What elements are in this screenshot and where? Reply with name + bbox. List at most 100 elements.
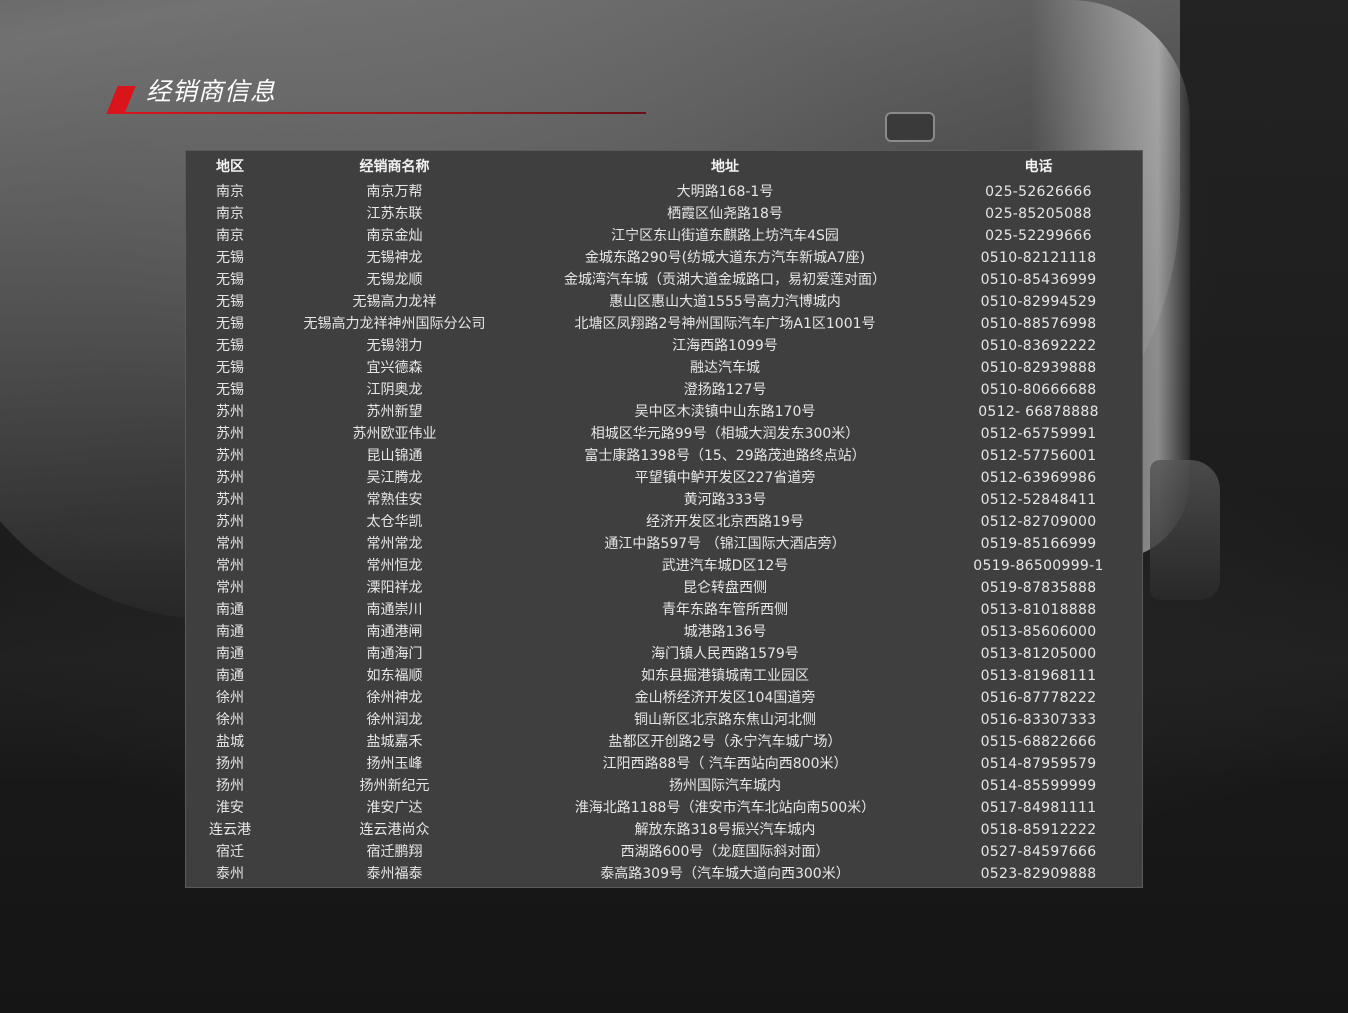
cell-region: 连云港 <box>209 822 251 838</box>
cell-dealer-name: 苏州欧亚伟业 <box>352 426 437 442</box>
cell-address: 北塘区凤翔路2号神州国际汽车广场A1区1001号 <box>574 316 876 332</box>
cell-dealer-name: 南京万帮 <box>366 184 423 200</box>
cell-region: 无锡 <box>216 272 244 288</box>
cell-region: 无锡 <box>216 338 244 354</box>
table-row: 宿迁 宿迁鹏翔 西湖路600号（龙庭国际斜对面） 0527-84597666 <box>186 841 1142 863</box>
column-header-address: 地址 <box>711 159 739 175</box>
cell-dealer-name: 扬州新纪元 <box>359 778 430 794</box>
table-row: 淮安 淮安广达 淮海北路1188号（淮安市汽车北站向南500米） 0517-84981… <box>186 797 1142 819</box>
cell-dealer-name: 常州常龙 <box>366 536 423 552</box>
cell-region: 南京 <box>216 206 244 222</box>
table-row: 无锡 无锡龙顺 金城湾汽车城（贡湖大道金城路口，易初爱莲对面） 0510-854369… <box>186 269 1142 291</box>
cell-dealer-name: 宜兴德森 <box>366 360 423 376</box>
table-row: 南通 南通崇川 青年东路车管所西侧 0513-81018888 <box>186 599 1142 621</box>
cell-dealer-name: 徐州神龙 <box>366 690 423 706</box>
table-row: 无锡 江阴奥龙 澄扬路127号 0510-80666688 <box>186 379 1142 401</box>
header-underline <box>110 112 646 114</box>
cell-region: 宿迁 <box>216 844 244 860</box>
cell-address: 吴中区木渎镇中山东路170号 <box>634 404 816 420</box>
table-row: 南京 南京万帮 大明路168-1号 025-52626666 <box>186 181 1142 203</box>
cell-address: 大明路168-1号 <box>676 184 774 200</box>
table-row: 泰州 泰州福泰 泰高路309号（汽车城大道向西300米） 0523-82909888 <box>186 863 1142 885</box>
cell-region: 南通 <box>216 624 244 640</box>
dealer-table-body: 南京 南京万帮 大明路168-1号 025-52626666 南京 江苏东联 栖霞区仙尧路1… <box>186 181 1142 885</box>
cell-dealer-name: 盐城嘉禾 <box>366 734 423 750</box>
cell-region: 徐州 <box>216 690 244 706</box>
cell-region: 南通 <box>216 668 244 684</box>
table-row: 扬州 扬州新纪元 扬州国际汽车城内 0514-85599999 <box>186 775 1142 797</box>
cell-address: 城港路136号 <box>683 624 767 640</box>
cell-dealer-name: 吴江腾龙 <box>366 470 423 486</box>
cell-phone: 0512-63969986 <box>980 470 1097 486</box>
cell-phone: 0510-85436999 <box>980 272 1097 288</box>
cell-dealer-name: 南京金灿 <box>366 228 423 244</box>
cell-region: 无锡 <box>216 382 244 398</box>
table-row: 盐城 盐城嘉禾 盐都区开创路2号（永宁汽车城广场） 0515-68822666 <box>186 731 1142 753</box>
cell-phone: 0510-82939888 <box>980 360 1097 376</box>
cell-region: 无锡 <box>216 294 244 310</box>
cell-address: 解放东路318号振兴汽车城内 <box>634 822 816 838</box>
cell-dealer-name: 泰州福泰 <box>366 866 423 882</box>
cell-phone: 0516-87778222 <box>980 690 1097 706</box>
cell-phone: 0512-57756001 <box>980 448 1097 464</box>
cell-address: 如东县掘港镇城南工业园区 <box>641 668 809 684</box>
table-row: 无锡 宜兴德森 融达汽车城 0510-82939888 <box>186 357 1142 379</box>
cell-dealer-name: 南通港闸 <box>366 624 423 640</box>
table-row: 无锡 无锡翎力 江海西路1099号 0510-83692222 <box>186 335 1142 357</box>
cell-region: 南京 <box>216 228 244 244</box>
cell-phone: 0510-88576998 <box>980 316 1097 332</box>
cell-phone: 0512-65759991 <box>980 426 1097 442</box>
cell-address: 金山桥经济开发区104国道旁 <box>634 690 816 706</box>
cell-phone: 0513-85606000 <box>980 624 1097 640</box>
cell-dealer-name: 淮安广达 <box>366 800 423 816</box>
header-accent-mark <box>106 86 136 114</box>
cell-phone: 0510-80666688 <box>980 382 1097 398</box>
cell-address: 惠山区惠山大道1555号高力汽博城内 <box>609 294 841 310</box>
table-row: 南通 南通港闸 城港路136号 0513-85606000 <box>186 621 1142 643</box>
car-vent-decoration <box>885 112 935 142</box>
column-header-name: 经销商名称 <box>359 159 430 175</box>
cell-region: 无锡 <box>216 360 244 376</box>
cell-phone: 0527-84597666 <box>980 844 1097 860</box>
cell-region: 苏州 <box>216 492 244 508</box>
cell-region: 常州 <box>216 558 244 574</box>
cell-phone: 0510-83692222 <box>980 338 1097 354</box>
table-row: 常州 常州恒龙 武进汽车城D区12号 0519-86500999-1 <box>186 555 1142 577</box>
cell-address: 通江中路597号 （锦江国际大酒店旁） <box>604 536 846 552</box>
cell-dealer-name: 扬州玉峰 <box>366 756 423 772</box>
cell-address: 相城区华元路99号（相城大润发东300米） <box>590 426 860 442</box>
table-row: 无锡 无锡高力龙祥 惠山区惠山大道1555号高力汽博城内 0510-82994529 <box>186 291 1142 313</box>
cell-region: 南京 <box>216 184 244 200</box>
cell-phone: 0510-82994529 <box>980 294 1097 310</box>
cell-address: 平望镇中鲈开发区227省道旁 <box>634 470 816 486</box>
table-row: 扬州 扬州玉峰 江阳西路88号（ 汽车西站向西800米） 0514-87959579 <box>186 753 1142 775</box>
cell-region: 盐城 <box>216 734 244 750</box>
cell-address: 江阳西路88号（ 汽车西站向西800米） <box>602 756 848 772</box>
column-header-region: 地区 <box>216 159 244 175</box>
cell-region: 无锡 <box>216 316 244 332</box>
dealer-table: 地区 经销商名称 地址 电话 南京 南京万帮 大明路168-1号 025-526266… <box>186 151 1142 885</box>
cell-address: 江宁区东山街道东麒路上坊汽车4S园 <box>611 228 839 244</box>
cell-dealer-name: 宿迁鹏翔 <box>366 844 423 860</box>
cell-phone: 0513-81205000 <box>980 646 1097 662</box>
cell-phone: 0517-84981111 <box>980 800 1097 816</box>
cell-phone: 0513-81968111 <box>980 668 1097 684</box>
cell-address: 扬州国际汽车城内 <box>669 778 781 794</box>
cell-address: 昆仑转盘西侧 <box>683 580 767 596</box>
cell-phone: 0513-81018888 <box>980 602 1097 618</box>
cell-phone: 0514-85599999 <box>980 778 1097 794</box>
cell-dealer-name: 苏州新望 <box>366 404 423 420</box>
table-row: 徐州 徐州润龙 铜山新区北京路东焦山河北侧 0516-83307333 <box>186 709 1142 731</box>
table-row: 徐州 徐州神龙 金山桥经济开发区104国道旁 0516-87778222 <box>186 687 1142 709</box>
table-row: 无锡 无锡高力龙祥神州国际分公司 北塘区凤翔路2号神州国际汽车广场A1区1001号 0… <box>186 313 1142 335</box>
cell-address: 融达汽车城 <box>690 360 760 376</box>
cell-phone: 0515-68822666 <box>980 734 1097 750</box>
cell-region: 无锡 <box>216 250 244 266</box>
table-row: 南京 江苏东联 栖霞区仙尧路18号 025-85205088 <box>186 203 1142 225</box>
cell-region: 扬州 <box>216 778 244 794</box>
cell-dealer-name: 南通崇川 <box>366 602 423 618</box>
cell-address: 淮海北路1188号（淮安市汽车北站向南500米） <box>574 800 876 816</box>
cell-region: 南通 <box>216 602 244 618</box>
cell-phone: 0512-82709000 <box>980 514 1097 530</box>
cell-address: 经济开发区北京西路19号 <box>646 514 804 530</box>
